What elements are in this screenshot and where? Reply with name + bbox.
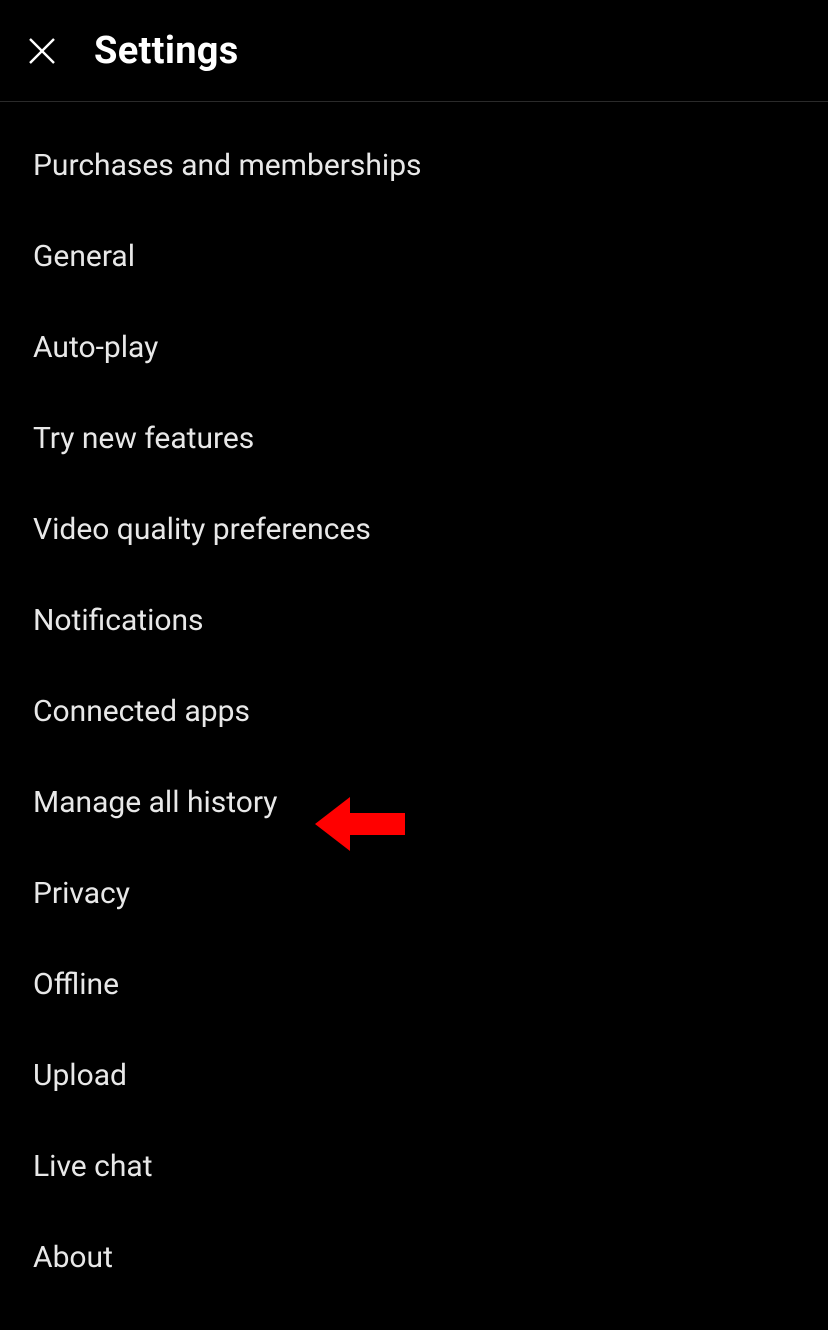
close-icon[interactable]: [22, 31, 62, 71]
menu-item-connected-apps[interactable]: Connected apps: [0, 666, 828, 757]
menu-item-about[interactable]: About: [0, 1212, 828, 1303]
menu-item-notifications[interactable]: Notifications: [0, 575, 828, 666]
menu-item-autoplay[interactable]: Auto-play: [0, 302, 828, 393]
menu-item-live-chat[interactable]: Live chat: [0, 1121, 828, 1212]
menu-item-privacy[interactable]: Privacy: [0, 848, 828, 939]
menu-item-upload[interactable]: Upload: [0, 1030, 828, 1121]
header: Settings: [0, 0, 828, 102]
menu-item-try-new-features[interactable]: Try new features: [0, 393, 828, 484]
menu-item-general[interactable]: General: [0, 211, 828, 302]
menu-item-purchases[interactable]: Purchases and memberships: [0, 120, 828, 211]
settings-menu: Purchases and memberships General Auto-p…: [0, 102, 828, 1303]
menu-item-manage-history[interactable]: Manage all history: [0, 757, 828, 848]
menu-item-offline[interactable]: Offline: [0, 939, 828, 1030]
menu-item-video-quality[interactable]: Video quality preferences: [0, 484, 828, 575]
page-title: Settings: [94, 29, 239, 73]
